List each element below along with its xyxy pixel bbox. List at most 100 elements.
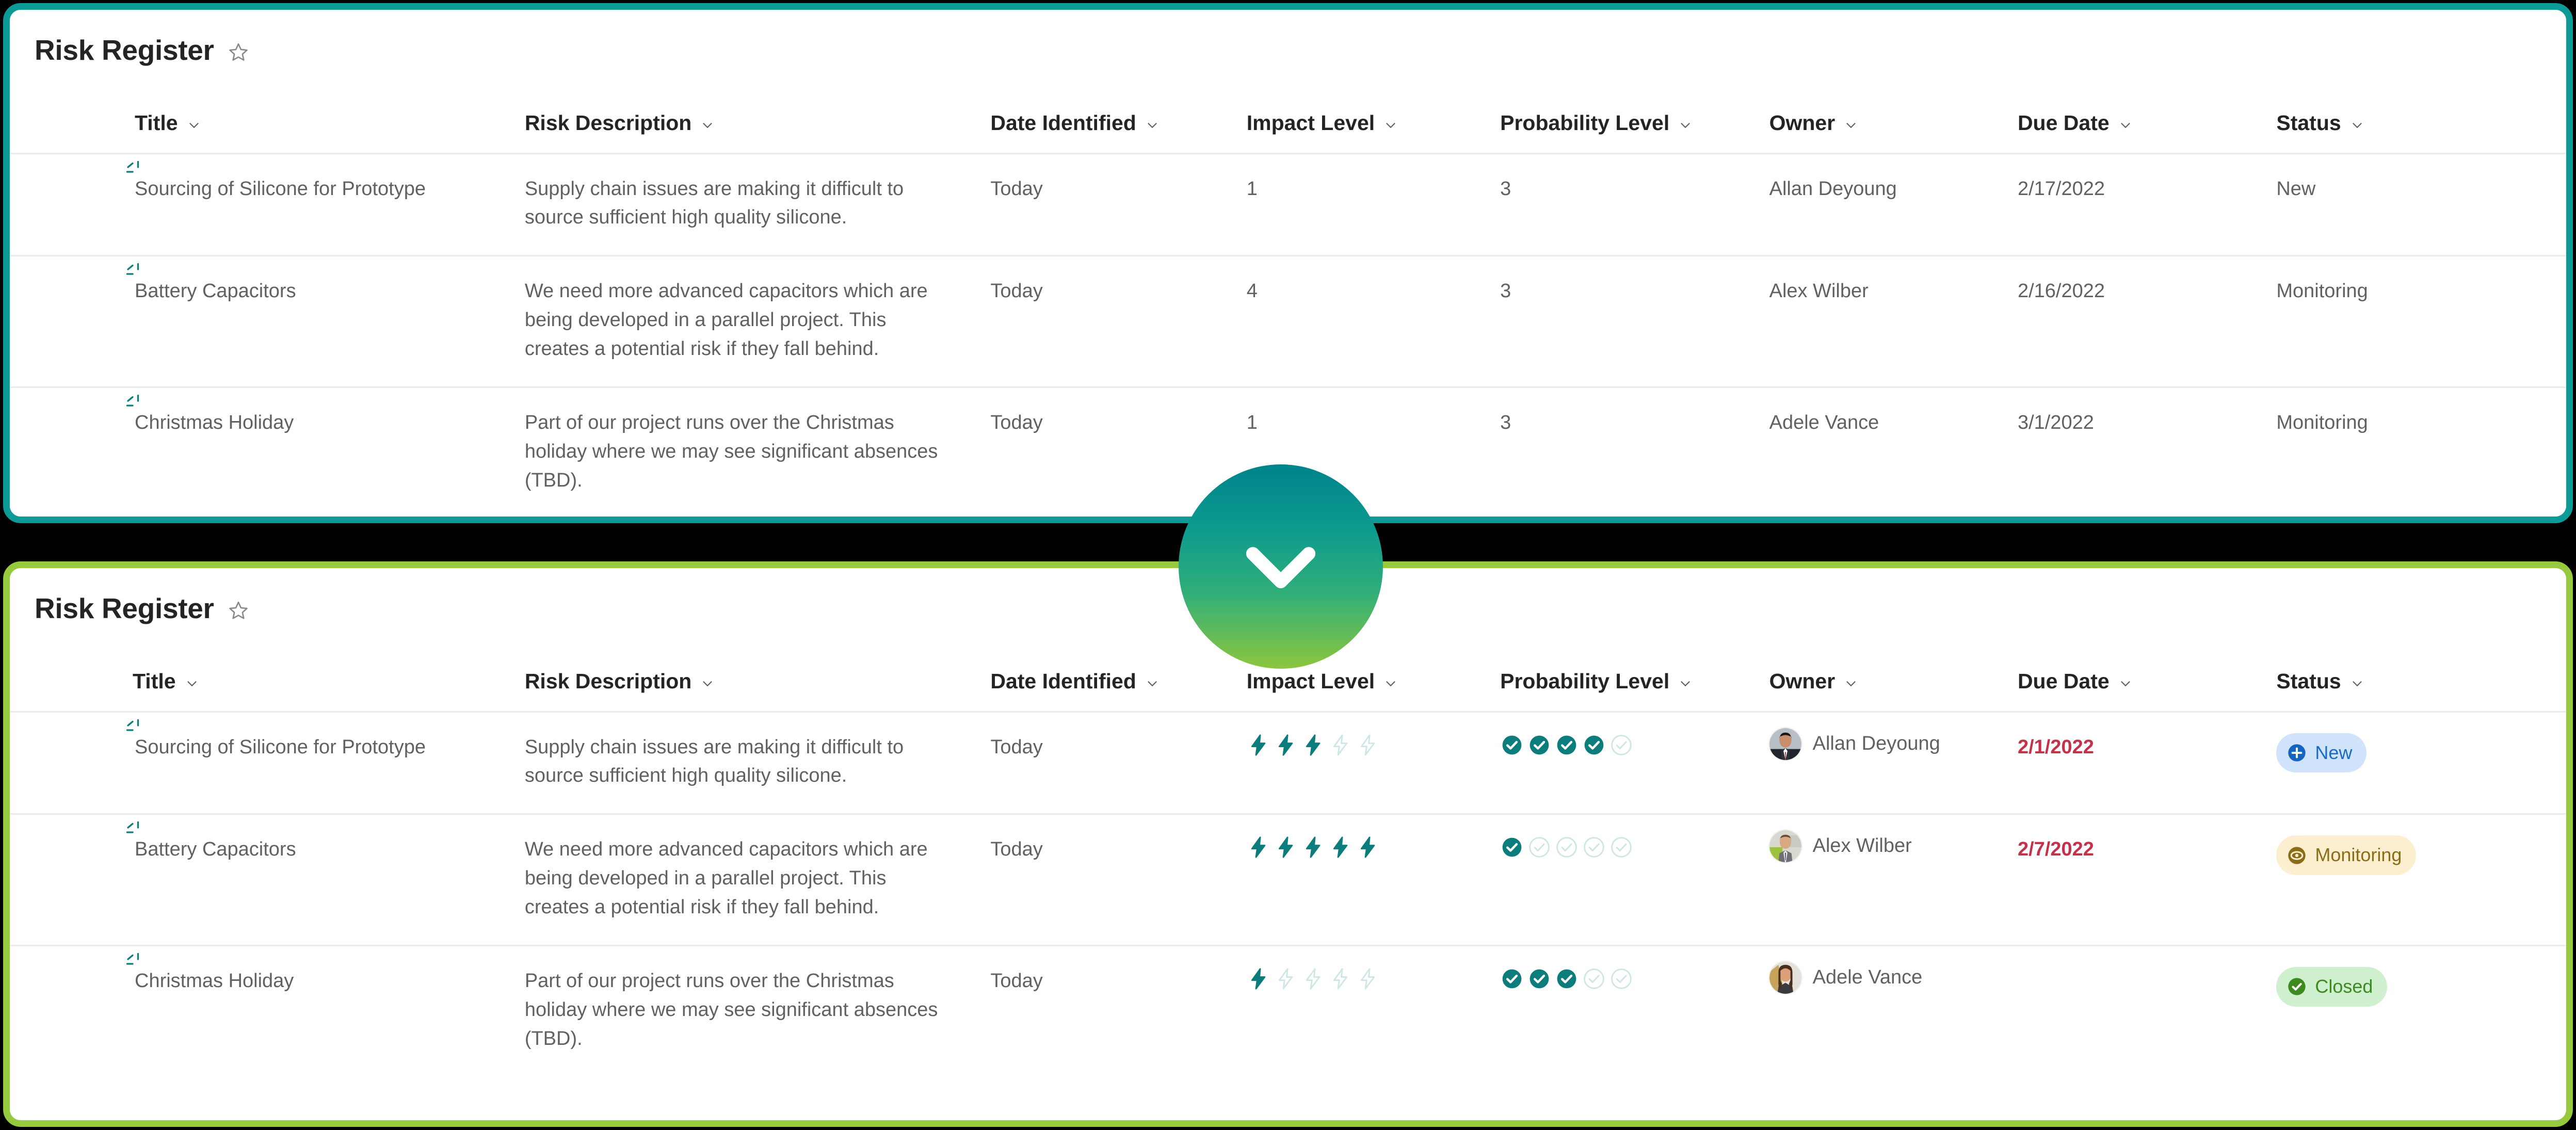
eye-circle-icon (2287, 845, 2307, 866)
chevron-down-icon (2350, 118, 2364, 132)
cell-status: Closed (2276, 944, 2566, 1076)
chevron-down-icon (2119, 118, 2132, 132)
status-badge[interactable]: Closed (2276, 966, 2388, 1007)
column-header-probability-level[interactable]: Probability Level (1500, 67, 1769, 153)
cell-risk-description: Supply chain issues are making it diffic… (524, 152, 991, 256)
status-label: Closed (2315, 975, 2373, 997)
column-header-risk-description[interactable]: Risk Description (525, 67, 991, 153)
page-title: Risk Register (35, 34, 214, 66)
chevron-down-icon (1679, 676, 1692, 690)
lightning-bolt-icon (1306, 734, 1321, 756)
chevron-down-icon (187, 118, 201, 132)
chevron-down-icon (2350, 676, 2364, 690)
owner-name: Adele Vance (1812, 966, 1923, 988)
status-badge[interactable]: Monitoring (2276, 835, 2417, 876)
column-header-owner[interactable]: Owner (1769, 67, 2018, 153)
cell-risk-description: We need more advanced capacitors which a… (524, 813, 991, 946)
due-date-overdue: 2/1/2022 (2017, 736, 2094, 758)
owner-name: Alex Wilber (1812, 835, 1912, 857)
risk-register-panel-plain: Risk Register Title Risk Description Dat… (3, 3, 2573, 523)
plus-circle-icon (2287, 742, 2307, 763)
cell-owner: Allan Deyoung (1769, 152, 2018, 256)
cell-impact-level (1246, 813, 1501, 946)
cell-title[interactable]: Sourcing of Silicone for Prototype (10, 152, 525, 256)
cell-due-date: 2/1/2022 (2017, 711, 2277, 814)
column-header-title[interactable]: Title (10, 67, 525, 153)
column-header-owner[interactable]: Owner (1769, 625, 2018, 712)
column-header-title[interactable]: Title (10, 625, 525, 712)
new-item-sparkle-icon (123, 393, 142, 412)
chevron-down-icon (1679, 118, 1692, 132)
table-row[interactable]: Battery Capacitors We need more advanced… (10, 255, 2566, 388)
check-circle-icon (1611, 837, 1632, 858)
status-label: Monitoring (2315, 844, 2402, 866)
chevron-down-icon (701, 676, 714, 690)
column-header-impact-level[interactable]: Impact Level (1247, 67, 1500, 153)
new-item-sparkle-icon (123, 718, 142, 736)
lightning-bolt-icon (1306, 968, 1321, 990)
impact-rating (1247, 835, 1500, 859)
column-header-due-date[interactable]: Due Date (2018, 625, 2276, 712)
cell-probability-level: 3 (1500, 152, 1769, 256)
lightning-bolt-icon (1251, 836, 1266, 858)
chevron-down-icon (1844, 676, 1858, 690)
chevron-down-icon (2119, 676, 2132, 690)
avatar (1769, 728, 1801, 760)
table-row[interactable]: Sourcing of Silicone for Prototype Suppl… (10, 152, 2566, 256)
star-icon[interactable] (228, 600, 249, 621)
lightning-bolt-icon (1360, 836, 1375, 858)
column-header-status[interactable]: Status (2276, 67, 2566, 153)
table-row[interactable]: Battery Capacitors We need more advanced… (10, 813, 2566, 946)
cell-title[interactable]: Battery Capacitors (10, 255, 525, 388)
lightning-bolt-icon (1306, 836, 1321, 858)
avatar (1769, 961, 1801, 994)
column-header-probability-level[interactable]: Probability Level (1500, 625, 1769, 712)
cell-impact-level (1246, 944, 1501, 1076)
cell-probability-level (1500, 944, 1769, 1076)
lightning-bolt-icon (1251, 968, 1266, 990)
cell-probability-level: 3 (1500, 386, 1769, 516)
check-circle-icon (1530, 969, 1549, 989)
cell-owner: Allan Deyoung (1769, 711, 2018, 814)
lightning-bolt-icon (1333, 734, 1348, 756)
probability-rating (1500, 733, 1769, 757)
cell-impact-level: 1 (1246, 152, 1501, 256)
cell-status: Monitoring (2276, 255, 2566, 388)
check-circle-icon (1584, 968, 1604, 989)
check-circle-icon (2287, 976, 2307, 997)
table-row[interactable]: Sourcing of Silicone for Prototype Suppl… (10, 711, 2566, 814)
new-item-sparkle-icon (123, 951, 142, 970)
cell-title[interactable]: Sourcing of Silicone for Prototype (10, 711, 525, 814)
column-header-date-identified[interactable]: Date Identified (990, 67, 1246, 153)
cell-title[interactable]: Christmas Holiday (10, 386, 525, 516)
check-circle-icon (1556, 837, 1577, 858)
cell-title[interactable]: Christmas Holiday (10, 944, 525, 1076)
cell-risk-description: Part of our project runs over the Christ… (524, 386, 991, 516)
cell-owner: Adele Vance (1769, 944, 2018, 1076)
lightning-bolt-icon (1251, 734, 1266, 756)
list-header-plain: Risk Register (10, 10, 2566, 67)
check-circle-icon (1529, 837, 1550, 858)
chevron-down-icon (1384, 118, 1397, 132)
lightning-bolt-icon (1333, 836, 1348, 858)
column-header-risk-description[interactable]: Risk Description (525, 625, 991, 712)
lightning-bolt-icon (1278, 836, 1293, 858)
check-circle-icon (1530, 735, 1549, 754)
expand-toggle-button[interactable] (1179, 464, 1383, 669)
impact-rating (1247, 967, 1500, 991)
cell-date-identified: Today (990, 813, 1247, 946)
status-label: New (2315, 741, 2353, 763)
cell-owner: Alex Wilber (1769, 255, 2018, 388)
new-item-sparkle-icon (123, 159, 142, 178)
cell-due-date: 2/17/2022 (2017, 152, 2277, 256)
cell-owner: Adele Vance (1769, 386, 2018, 516)
cell-risk-description: Part of our project runs over the Christ… (524, 944, 991, 1076)
table-row[interactable]: Christmas Holiday Part of our project ru… (10, 944, 2566, 1076)
star-icon[interactable] (228, 41, 249, 63)
probability-rating (1500, 835, 1769, 859)
column-header-status[interactable]: Status (2276, 625, 2566, 712)
cell-title[interactable]: Battery Capacitors (10, 813, 525, 946)
column-header-due-date[interactable]: Due Date (2018, 67, 2276, 153)
status-badge[interactable]: New (2276, 733, 2367, 773)
chevron-down-icon (701, 118, 714, 132)
